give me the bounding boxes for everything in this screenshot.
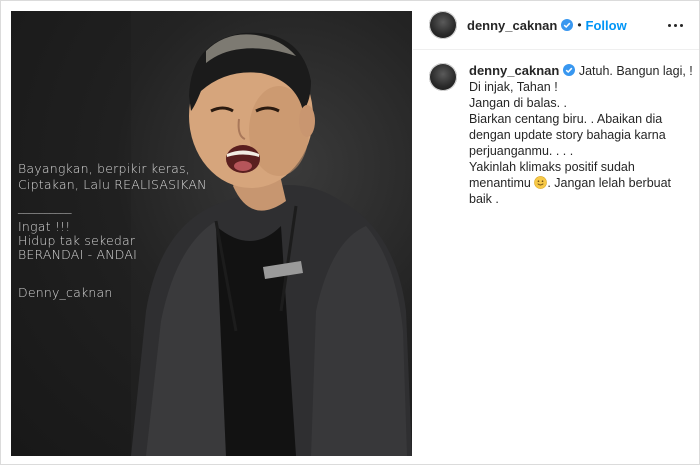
header-separator: • bbox=[577, 18, 582, 32]
caption-line: Di injak, Tahan ! bbox=[469, 80, 558, 94]
header-username[interactable]: denny_caknan bbox=[467, 18, 557, 33]
caption-line-part: . Jangan lelah berbuat bbox=[547, 176, 672, 190]
more-options-icon[interactable] bbox=[665, 15, 685, 35]
post-caption: denny_caknan Jatuh. Bangun lagi, ! Di in… bbox=[429, 63, 693, 207]
caption-line: Yakinlah klimaks positif sudah bbox=[469, 160, 635, 174]
caption-text: denny_caknan Jatuh. Bangun lagi, ! Di in… bbox=[469, 63, 693, 207]
caption-line: Jangan di balas. . bbox=[469, 96, 567, 110]
caption-line: perjuanganmu. . . . bbox=[469, 144, 574, 158]
post-photo[interactable]: Bayangkan, berpikir keras, Ciptakan, Lal… bbox=[11, 11, 412, 456]
caption-avatar[interactable] bbox=[429, 63, 457, 91]
photo-overlay-signature: Denny_caknan bbox=[18, 285, 113, 300]
photo-overlay-line: Bayangkan, berpikir keras, bbox=[18, 161, 190, 176]
photo-overlay-line: Hidup tak sekedar bbox=[18, 233, 136, 248]
post-side-panel: denny_caknan • Follow denny_caknan Jatuh… bbox=[413, 1, 699, 464]
avatar[interactable] bbox=[429, 11, 457, 39]
photo-overlay-line: Ciptakan, Lalu REALISASIKAN bbox=[18, 177, 207, 192]
verified-badge-icon bbox=[561, 19, 574, 31]
caption-username[interactable]: denny_caknan bbox=[469, 63, 559, 78]
instagram-post: Bayangkan, berpikir keras, Ciptakan, Lal… bbox=[0, 0, 700, 465]
caption-first-line: denny_caknan Jatuh. Bangun lagi, ! bbox=[469, 63, 693, 79]
photo-overlay-divider: __________ bbox=[18, 199, 71, 214]
caption-emoji-line: menantimu . Jangan lelah berbuat bbox=[469, 175, 679, 191]
caption-line: Biarkan centang biru. . Abaikan dia bbox=[469, 112, 663, 126]
caption-line: dengan update story bahagia karna bbox=[469, 128, 666, 142]
verified-badge-icon bbox=[563, 64, 576, 76]
caption-line: baik . bbox=[469, 192, 499, 206]
post-header: denny_caknan • Follow bbox=[413, 1, 699, 50]
caption-line: Jatuh. Bangun lagi, ! bbox=[578, 64, 693, 78]
photo-overlay-line: BERANDAI - ANDAI bbox=[18, 247, 138, 262]
caption-line-part: menantimu bbox=[469, 176, 531, 190]
header-user-block: denny_caknan • Follow bbox=[467, 18, 627, 33]
follow-button[interactable]: Follow bbox=[586, 18, 627, 33]
smiling-face-emoji bbox=[534, 176, 548, 189]
photo-overlay-line: Ingat !!! bbox=[18, 219, 71, 234]
